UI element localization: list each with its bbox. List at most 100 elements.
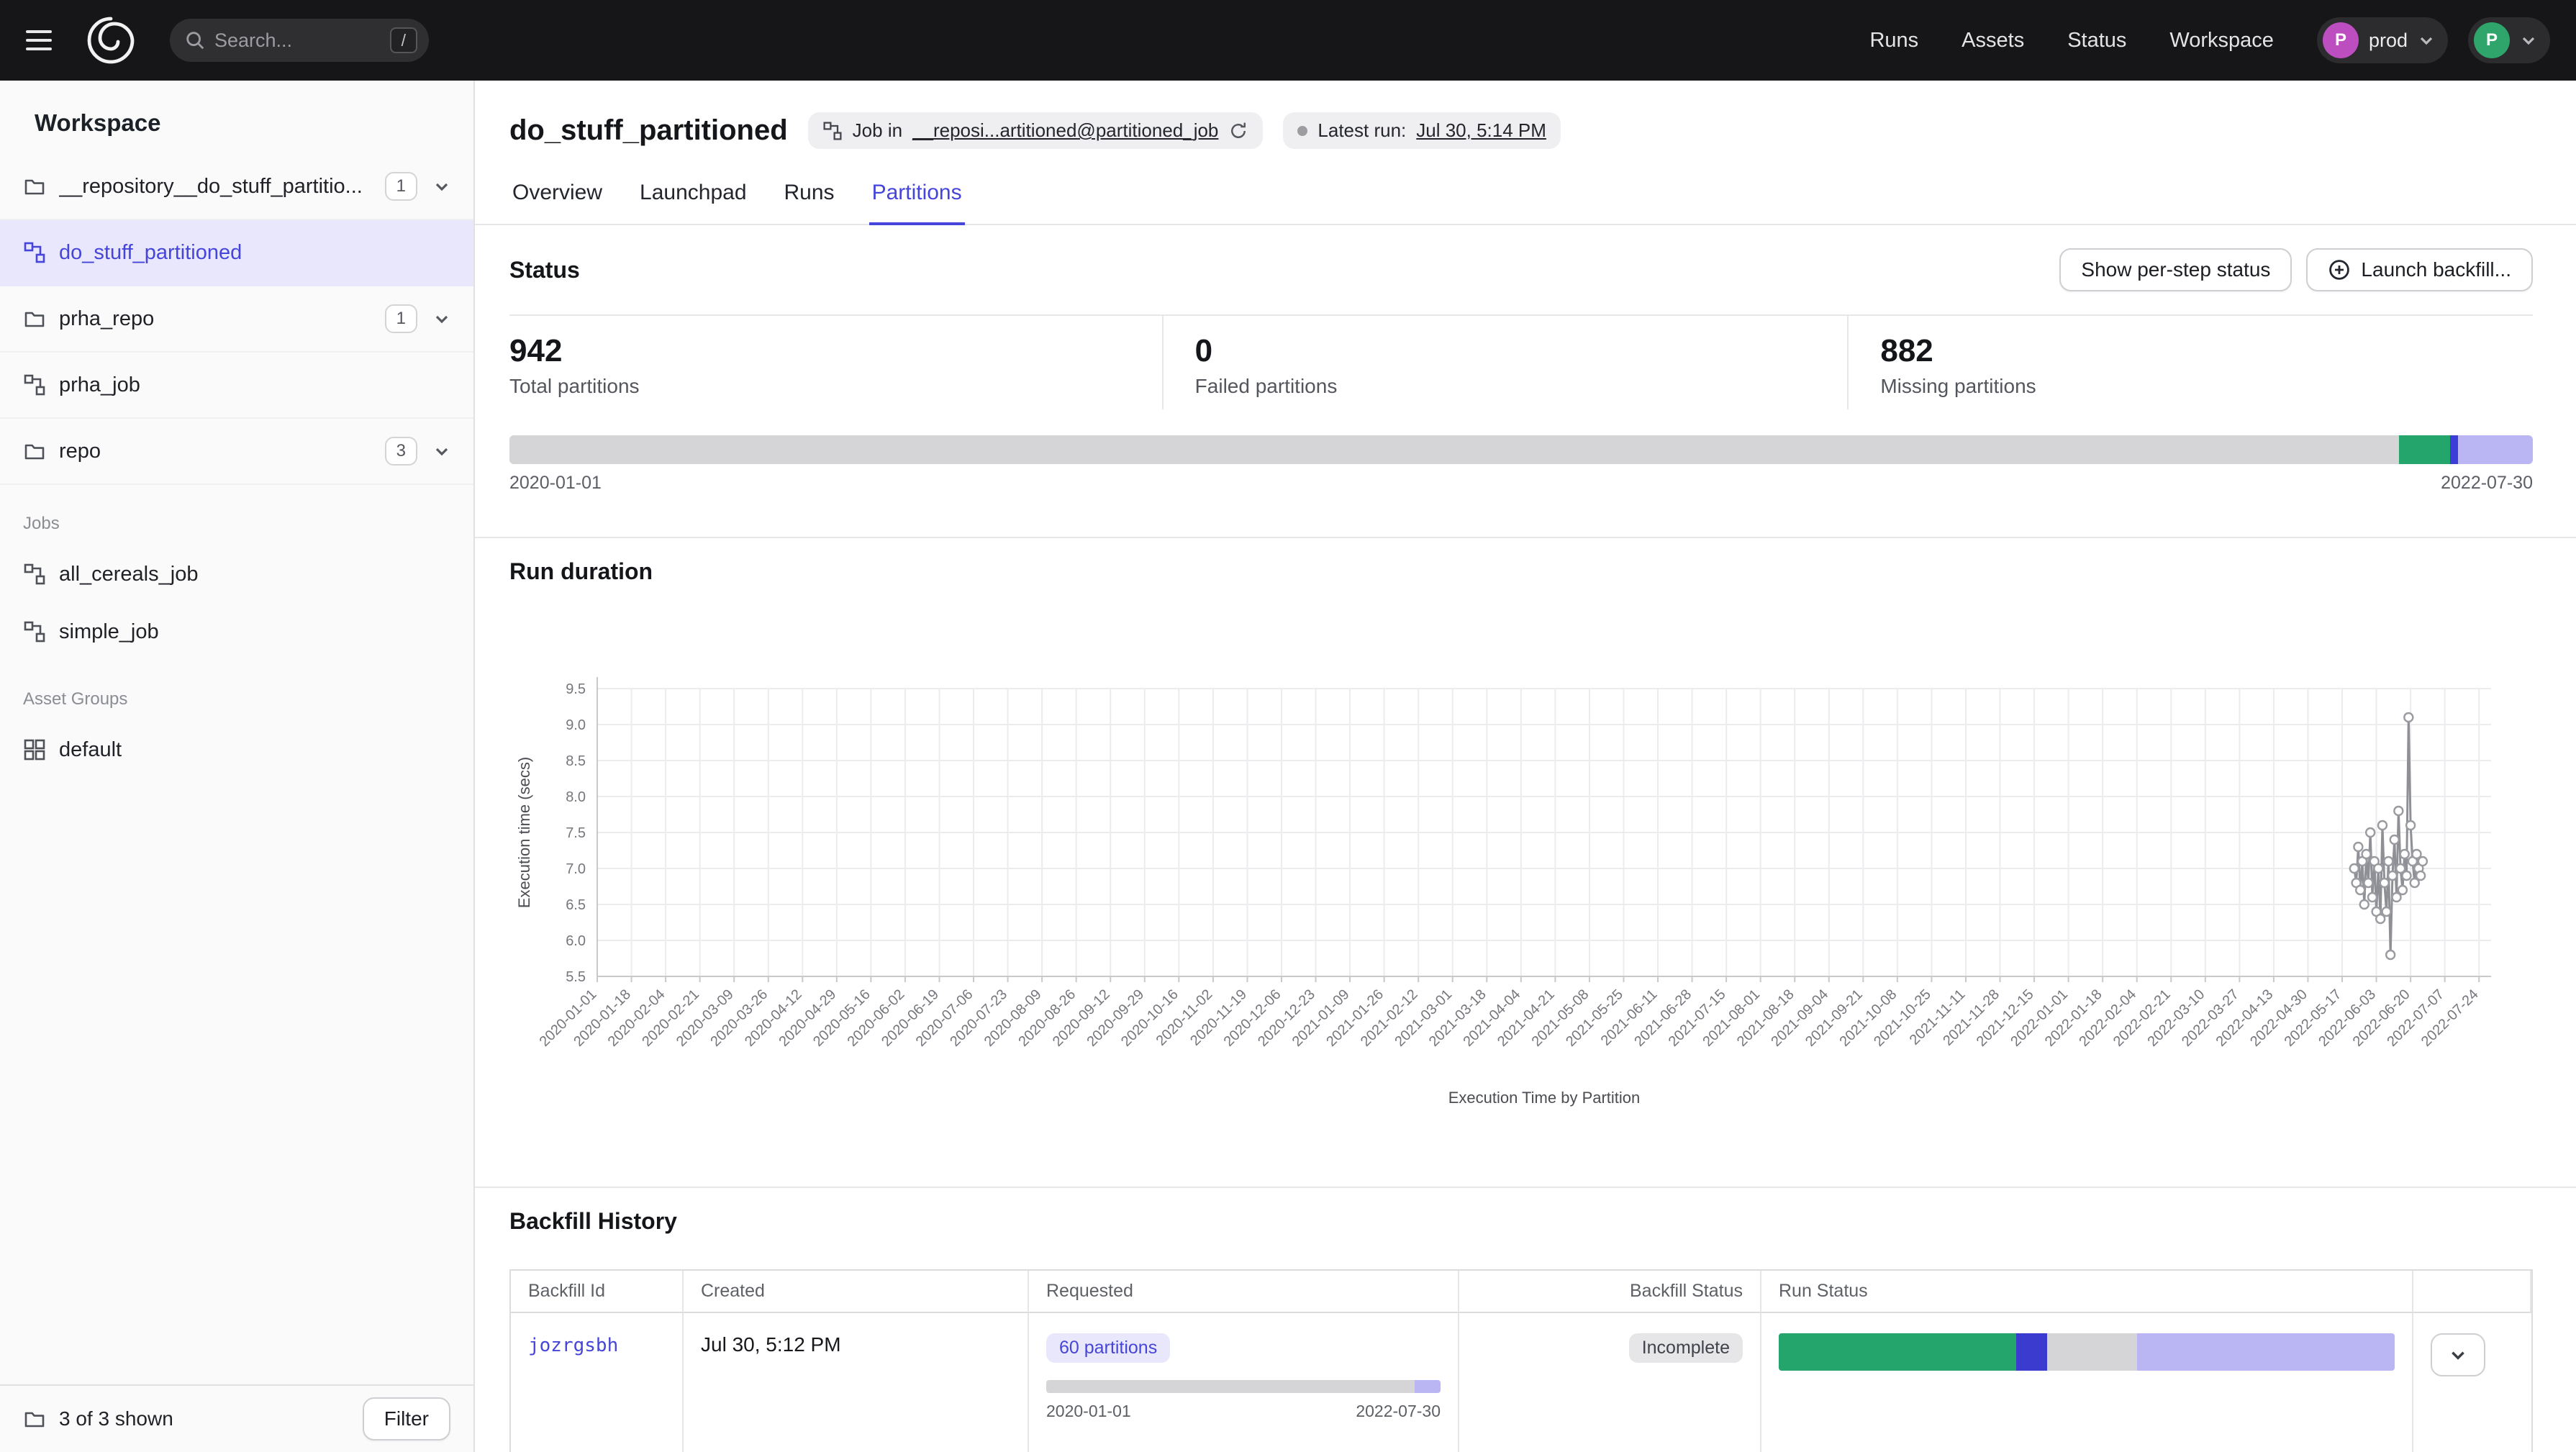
- job-tabs: Overview Launchpad Runs Partitions: [475, 178, 2576, 225]
- shown-count: 3 of 3 shown: [59, 1407, 350, 1430]
- col-actions: [2413, 1271, 2531, 1313]
- count-badge: 1: [385, 304, 417, 333]
- user-avatar: P: [2474, 22, 2510, 58]
- partition-range-end: 2022-07-30: [2441, 473, 2533, 494]
- backfill-history-section: Backfill History: [475, 1186, 2576, 1235]
- requested-partitions-tag[interactable]: 60 partitions: [1046, 1333, 1170, 1363]
- stat-value: 882: [1880, 333, 2533, 369]
- stat-label: Failed partitions: [1195, 375, 1848, 398]
- sidebar-item-prha-job[interactable]: prha_job: [0, 353, 473, 419]
- tab-launchpad[interactable]: Launchpad: [637, 178, 749, 225]
- job-icon: [23, 373, 46, 396]
- sidebar-item-default-asset-group[interactable]: default: [0, 721, 473, 779]
- search-box[interactable]: /: [170, 19, 429, 62]
- table-row-cell-status: Incomplete: [1459, 1313, 1761, 1452]
- search-shortcut: /: [390, 27, 417, 53]
- svg-text:7.5: 7.5: [566, 825, 586, 841]
- nav-assets[interactable]: Assets: [1962, 29, 2024, 53]
- user-menu[interactable]: P: [2468, 17, 2550, 63]
- backfill-id-link[interactable]: jozrgsbh: [528, 1335, 618, 1356]
- sidebar-item-simple-job[interactable]: simple_job: [0, 603, 473, 661]
- run-duration-section: Run duration: [475, 537, 2576, 585]
- filter-button[interactable]: Filter: [363, 1397, 450, 1440]
- table-row-cell-actions: [2413, 1313, 2531, 1452]
- tab-overview[interactable]: Overview: [509, 178, 605, 225]
- job-icon: [23, 620, 46, 643]
- partition-status-bar[interactable]: [509, 435, 2533, 464]
- run-duration-chart-wrap: 5.56.06.57.07.58.08.59.09.52020-01-01202…: [509, 602, 2576, 1120]
- chevron-down-icon[interactable]: [430, 307, 453, 330]
- dagster-app: / Runs Assets Status Workspace P prod P …: [0, 0, 2576, 1452]
- col-created: Created: [684, 1271, 1029, 1313]
- sidebar-item-prha-repo[interactable]: prha_repo 1: [0, 286, 473, 353]
- sidebar-item-do-stuff-partitioned[interactable]: do_stuff_partitioned: [0, 220, 473, 286]
- nav-status[interactable]: Status: [2067, 29, 2126, 53]
- table-row-cell-created: Jul 30, 5:12 PM: [684, 1313, 1029, 1452]
- search-icon: [184, 30, 206, 51]
- run-status-dot: [1297, 126, 1307, 136]
- tab-partitions[interactable]: Partitions: [869, 178, 965, 225]
- sidebar-item-label: __repository__do_stuff_partitio...: [59, 175, 372, 199]
- nav-workspace[interactable]: Workspace: [2169, 29, 2274, 53]
- reload-icon[interactable]: [1228, 121, 1248, 141]
- svg-text:9.5: 9.5: [566, 681, 586, 697]
- count-badge: 1: [385, 172, 417, 201]
- expand-row-button[interactable]: [2431, 1333, 2485, 1376]
- folder-icon: [23, 307, 46, 330]
- col-backfill-status: Backfill Status: [1459, 1271, 1761, 1313]
- col-requested: Requested: [1029, 1271, 1459, 1313]
- status-title: Status: [509, 257, 580, 283]
- tab-runs[interactable]: Runs: [781, 178, 838, 225]
- chevron-down-icon: [2520, 32, 2537, 49]
- stat-value: 0: [1195, 333, 1848, 369]
- svg-text:9.0: 9.0: [566, 717, 586, 733]
- deployment-name: prod: [2369, 30, 2408, 52]
- sidebar-item-label: default: [59, 738, 122, 762]
- chevron-down-icon[interactable]: [430, 440, 453, 463]
- asset-group-icon: [23, 738, 46, 761]
- execution-time-chart: 5.56.06.57.07.58.08.59.09.52020-01-01202…: [509, 602, 2533, 1115]
- job-location-tag: Job in __reposi...artitioned@partitioned…: [808, 112, 1264, 149]
- latest-run-time[interactable]: Jul 30, 5:14 PM: [1416, 119, 1546, 142]
- svg-text:5.5: 5.5: [566, 969, 586, 985]
- col-backfill-id: Backfill Id: [511, 1271, 684, 1313]
- job-location-link[interactable]: __reposi...artitioned@partitioned_job: [912, 119, 1218, 142]
- folder-icon: [23, 175, 46, 198]
- sidebar-title: Workspace: [0, 81, 473, 154]
- stat-label: Missing partitions: [1880, 375, 2533, 398]
- status-header-row: Status Show per-step status Launch backf…: [475, 225, 2576, 291]
- latest-run-label: Latest run:: [1318, 119, 1406, 142]
- sidebar-item-repo[interactable]: repo 3: [0, 419, 473, 485]
- search-input[interactable]: [214, 30, 381, 52]
- svg-text:Execution time (secs): Execution time (secs): [515, 757, 533, 908]
- menu-icon[interactable]: [26, 22, 63, 59]
- requested-range-start: 2020-01-01: [1046, 1402, 1131, 1421]
- jobs-section-label: Jobs: [0, 485, 473, 545]
- job-location-prefix: Job in: [853, 119, 902, 142]
- sidebar: Workspace __repository__do_stuff_partiti…: [0, 81, 475, 1452]
- svg-text:8.5: 8.5: [566, 753, 586, 769]
- sidebar-item-repository[interactable]: __repository__do_stuff_partitio... 1: [0, 154, 473, 220]
- partition-status-bar-wrap: 2020-01-01 2022-07-30: [509, 435, 2533, 494]
- dagster-logo[interactable]: [83, 13, 138, 68]
- job-header: do_stuff_partitioned Job in __reposi...a…: [475, 81, 2576, 149]
- svg-text:8.0: 8.0: [566, 789, 586, 805]
- nav-runs[interactable]: Runs: [1869, 29, 1918, 53]
- sidebar-item-all-cereals-job[interactable]: all_cereals_job: [0, 545, 473, 603]
- requested-range-end: 2022-07-30: [1356, 1402, 1441, 1421]
- chevron-down-icon[interactable]: [430, 175, 453, 198]
- backfill-history-title: Backfill History: [509, 1208, 2533, 1235]
- sidebar-item-label: prha_repo: [59, 307, 372, 331]
- svg-text:7.0: 7.0: [566, 861, 586, 877]
- deployment-switcher[interactable]: P prod: [2317, 17, 2448, 63]
- job-icon: [23, 563, 46, 586]
- show-per-step-status-button[interactable]: Show per-step status: [2059, 248, 2292, 291]
- run-status-bar[interactable]: [1779, 1333, 2395, 1371]
- sidebar-item-label: do_stuff_partitioned: [59, 241, 453, 265]
- stat-value: 942: [509, 333, 1162, 369]
- backfill-status-badge: Incomplete: [1629, 1333, 1743, 1363]
- job-icon: [23, 241, 46, 264]
- launch-backfill-button[interactable]: Launch backfill...: [2306, 248, 2533, 291]
- sidebar-item-label: simple_job: [59, 620, 159, 644]
- backfill-table: Backfill Id Created Requested Backfill S…: [509, 1269, 2533, 1452]
